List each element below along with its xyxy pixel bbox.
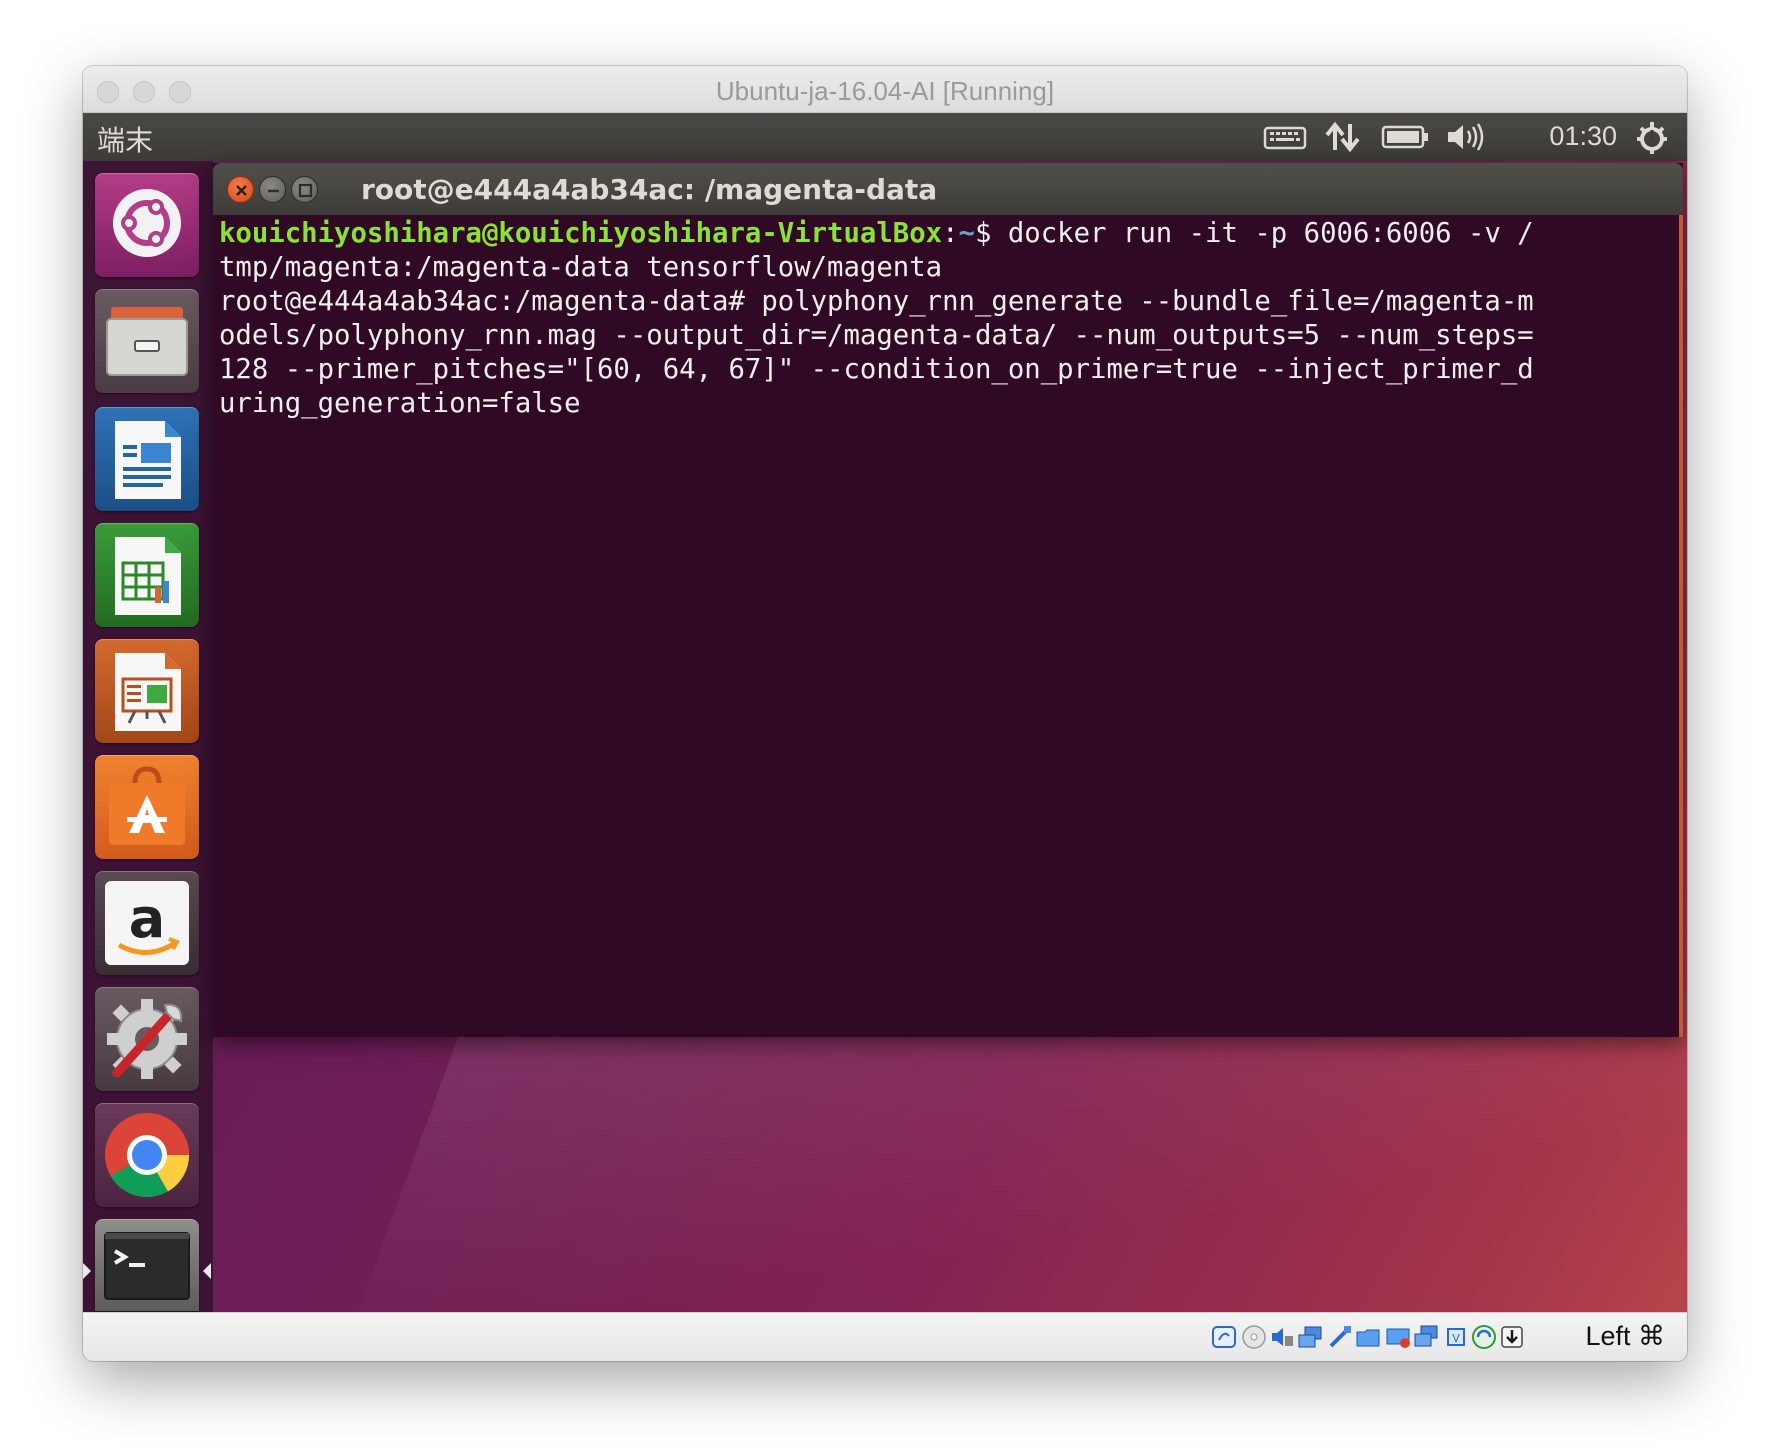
launcher-item-files[interactable] bbox=[95, 289, 199, 393]
launcher-item-calc[interactable] bbox=[95, 523, 199, 627]
top-panel: 端末 01:30 bbox=[83, 113, 1687, 161]
mouse-integration-icon[interactable] bbox=[1471, 1324, 1497, 1350]
video-capture-icon[interactable] bbox=[1413, 1324, 1439, 1350]
ubuntu-dash-icon bbox=[113, 189, 181, 257]
battery-icon[interactable] bbox=[1381, 120, 1431, 154]
libreoffice-calc-icon bbox=[115, 537, 181, 615]
launcher-item-impress[interactable] bbox=[95, 639, 199, 743]
terminal-line: uring_generation=false bbox=[219, 388, 581, 419]
active-pip-left bbox=[83, 1263, 91, 1279]
terminal-title: root@e444a4ab34ac: /magenta-data bbox=[361, 173, 938, 206]
volume-icon[interactable] bbox=[1445, 120, 1485, 154]
svg-text:V: V bbox=[1452, 1332, 1460, 1345]
active-pip-right bbox=[203, 1263, 211, 1279]
shared-folders-icon[interactable] bbox=[1355, 1324, 1381, 1350]
virtualbox-window: Ubuntu-ja-16.04-AI [Running] 端末 01:30 a … bbox=[83, 66, 1687, 1361]
hard-disk-icon[interactable] bbox=[1211, 1324, 1237, 1350]
terminal-minimize-button[interactable] bbox=[259, 176, 286, 203]
maximize-icon bbox=[298, 183, 313, 198]
terminal-icon bbox=[104, 1232, 190, 1300]
minimize-icon bbox=[268, 189, 279, 193]
display-icon[interactable] bbox=[1385, 1324, 1411, 1350]
command-text: $ docker run -it -p 6006:6006 -v / bbox=[974, 218, 1534, 249]
launcher-item-chrome[interactable] bbox=[95, 1103, 199, 1207]
network-updown-icon[interactable] bbox=[1323, 120, 1363, 154]
keyboard-icon[interactable] bbox=[1263, 120, 1307, 154]
launcher-item-settings[interactable] bbox=[95, 987, 199, 1091]
svg-text:a: a bbox=[129, 887, 165, 950]
amazon-icon: a bbox=[105, 881, 189, 965]
mac-titlebar[interactable]: Ubuntu-ja-16.04-AI [Running] bbox=[83, 66, 1687, 113]
terminal-output[interactable]: kouichiyoshihara@kouichiyoshihara-Virtua… bbox=[213, 215, 1683, 1037]
terminal-line: 128 --primer_pitches="[60, 64, 67]" --co… bbox=[219, 354, 1534, 385]
prompt-path: ~ bbox=[958, 218, 975, 249]
terminal-close-button[interactable] bbox=[227, 176, 254, 203]
files-icon bbox=[106, 307, 188, 376]
keyboard-capture-icon[interactable] bbox=[1499, 1324, 1525, 1350]
virtualbox-statusbar: V Left ⌘ bbox=[83, 1312, 1687, 1361]
network-icon[interactable] bbox=[1297, 1324, 1323, 1350]
panel-app-name: 端末 bbox=[97, 124, 154, 157]
vm-screen[interactable]: 端末 01:30 a root@e444a4ab34ac: /magenta-d… bbox=[83, 113, 1687, 1312]
terminal-line: kouichiyoshihara@kouichiyoshihara-Virtua… bbox=[219, 217, 1673, 251]
window-title: Ubuntu-ja-16.04-AI [Running] bbox=[715, 76, 1055, 106]
unity-launcher: a bbox=[83, 161, 214, 1312]
terminal-window[interactable]: root@e444a4ab34ac: /magenta-data kouichi… bbox=[213, 163, 1683, 1037]
ubuntu-software-icon bbox=[109, 766, 185, 845]
usb-icon[interactable] bbox=[1327, 1324, 1353, 1350]
close-icon bbox=[236, 185, 247, 196]
launcher-item-writer[interactable] bbox=[95, 407, 199, 511]
optical-disc-icon[interactable] bbox=[1241, 1324, 1267, 1350]
libreoffice-impress-icon bbox=[115, 653, 181, 731]
launcher-item-software[interactable] bbox=[95, 755, 199, 859]
terminal-maximize-button[interactable] bbox=[291, 176, 318, 203]
launcher-item-terminal[interactable] bbox=[83, 1219, 211, 1311]
launcher-item-dash[interactable] bbox=[95, 173, 199, 277]
desktop-sheen bbox=[292, 993, 1687, 1312]
terminal-line: root@e444a4ab34ac:/magenta-data# polypho… bbox=[219, 286, 1534, 317]
prompt-user: kouichiyoshihara@kouichiyoshihara-Virtua… bbox=[219, 218, 943, 249]
panel-clock[interactable]: 01:30 bbox=[1549, 121, 1617, 152]
terminal-line: odels/polyphony_rnn.mag --output_dir=/ma… bbox=[219, 320, 1534, 351]
cpu-icon[interactable]: V bbox=[1443, 1324, 1469, 1350]
launcher-item-amazon[interactable]: a bbox=[95, 871, 199, 975]
libreoffice-writer-icon bbox=[115, 421, 181, 499]
power-gear-icon[interactable] bbox=[1635, 120, 1669, 154]
chrome-icon bbox=[105, 1113, 189, 1198]
prompt-separator: : bbox=[942, 218, 959, 249]
terminal-titlebar[interactable]: root@e444a4ab34ac: /magenta-data bbox=[213, 163, 1683, 215]
host-key-label[interactable]: Left ⌘ bbox=[1585, 1321, 1665, 1352]
audio-icon[interactable] bbox=[1269, 1324, 1295, 1350]
terminal-line: tmp/magenta:/magenta-data tensorflow/mag… bbox=[219, 252, 943, 283]
system-settings-icon bbox=[107, 999, 187, 1079]
